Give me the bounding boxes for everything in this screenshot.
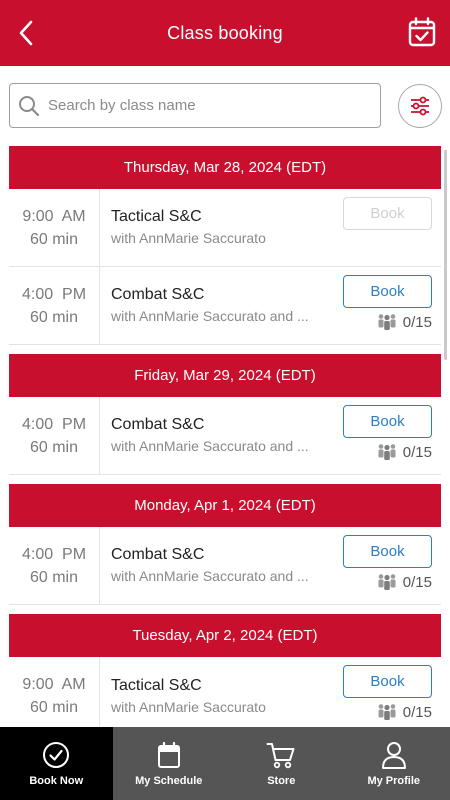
calendar-icon [157, 741, 180, 768]
calendar-check-button[interactable] [408, 17, 436, 47]
search-box[interactable] [9, 83, 381, 128]
class-instructor: with AnnMarie Saccurato and ... [111, 308, 309, 324]
cart-icon [266, 742, 295, 768]
people-icon [378, 704, 396, 720]
tab-label: My Schedule [135, 774, 203, 787]
book-button[interactable]: Book [343, 535, 432, 568]
class-duration: 60 min [29, 699, 79, 716]
chevron-left-icon [19, 20, 33, 46]
class-duration: 60 min [29, 438, 79, 456]
class-row[interactable]: 9:00 AM 60 min Tactical S&C with AnnMari… [9, 657, 441, 727]
day-header: Tuesday, Apr 2, 2024 (EDT) [9, 614, 441, 657]
capacity-count: 0/15 [402, 703, 432, 721]
tab-my-profile[interactable]: My Profile [338, 727, 450, 800]
class-instructor: with AnnMarie Saccurato and ... [111, 568, 309, 584]
section-spacer [9, 345, 441, 354]
book-button: Book [343, 197, 432, 230]
class-instructor: with AnnMarie Saccurato and ... [111, 438, 309, 454]
user-icon [381, 741, 406, 769]
capacity-count: 0/15 [402, 573, 432, 591]
day-header: Thursday, Mar 28, 2024 (EDT) [9, 146, 441, 189]
section-spacer [9, 605, 441, 614]
people-icon [378, 444, 396, 460]
scrollbar-thumb[interactable] [444, 150, 447, 360]
class-time-cell: 4:00 PM 60 min [9, 267, 100, 344]
capacity-count: 0/15 [402, 313, 432, 331]
class-time: 4:00 PM [21, 285, 87, 303]
page-title: Class booking [167, 22, 283, 43]
class-instructor: with AnnMarie Saccurato [111, 698, 266, 715]
class-row[interactable]: 4:00 PM 60 min Combat S&C with AnnMarie … [9, 397, 441, 475]
book-button[interactable]: Book [343, 275, 432, 308]
day-header: Friday, Mar 29, 2024 (EDT) [9, 354, 441, 397]
book-button[interactable]: Book [343, 665, 432, 698]
capacity-indicator: 0/15 [377, 313, 432, 331]
section-spacer [9, 475, 441, 484]
class-duration: 60 min [29, 230, 79, 248]
class-instructor: with AnnMarie Saccurato [111, 230, 266, 246]
capacity-count: 0/15 [402, 443, 432, 461]
sliders-icon [411, 96, 429, 116]
class-list[interactable]: Thursday, Mar 28, 2024 (EDT) 9:00 AM 60 … [9, 146, 441, 727]
day-header: Monday, Apr 1, 2024 (EDT) [9, 484, 441, 527]
class-time-cell: 9:00 AM 60 min [9, 657, 100, 727]
tab-label: Book Now [29, 774, 84, 787]
people-icon [378, 574, 396, 590]
people-icon [378, 314, 396, 330]
check-circle-icon [43, 741, 70, 768]
class-time: 9:00 AM [22, 676, 86, 693]
class-duration: 60 min [29, 308, 79, 326]
tab-label: My Profile [367, 774, 421, 787]
capacity-indicator: 0/15 [377, 443, 432, 461]
class-time-cell: 4:00 PM 60 min [9, 397, 100, 474]
class-time-cell: 9:00 AM 60 min [9, 189, 100, 266]
search-input[interactable] [48, 97, 368, 114]
class-time: 9:00 AM [22, 207, 86, 225]
capacity-indicator: 0/15 [377, 703, 432, 721]
tab-store[interactable]: Store [225, 727, 338, 800]
capacity-indicator: 0/15 [377, 573, 432, 591]
class-time: 4:00 PM [21, 415, 87, 433]
class-row[interactable]: 4:00 PM 60 min Combat S&C with AnnMarie … [9, 267, 441, 345]
class-time: 4:00 PM [21, 545, 87, 563]
search-icon [19, 95, 40, 116]
class-row[interactable]: 9:00 AM 60 min Tactical S&C with AnnMari… [9, 189, 441, 267]
back-button[interactable] [12, 17, 40, 49]
bottom-tab-bar: Book Now My Schedule Store My Profile [0, 727, 450, 800]
tab-book-now[interactable]: Book Now [0, 727, 113, 800]
class-duration: 60 min [29, 568, 79, 586]
search-bar-row [0, 66, 450, 146]
filter-button[interactable] [398, 84, 442, 128]
tab-my-schedule[interactable]: My Schedule [113, 727, 226, 800]
app-header: Class booking [0, 0, 450, 66]
book-button[interactable]: Book [343, 405, 432, 438]
class-row[interactable]: 4:00 PM 60 min Combat S&C with AnnMarie … [9, 527, 441, 605]
class-time-cell: 4:00 PM 60 min [9, 527, 100, 604]
calendar-check-icon [408, 17, 436, 47]
tab-label: Store [267, 774, 296, 787]
